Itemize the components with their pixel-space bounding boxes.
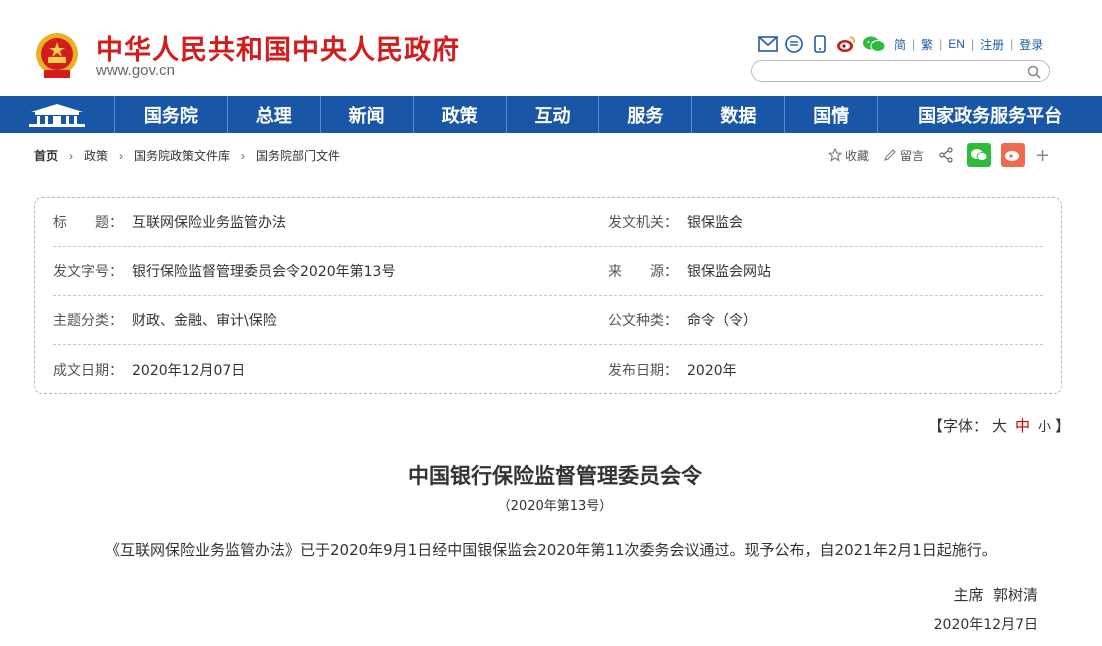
more-share-icon[interactable]: + [1035,145,1050,166]
written-date-label: 成文日期： [53,362,123,379]
register-link[interactable]: 注册 [980,36,1004,53]
info-row: 标 题： 互联网保险业务监管办法 发文机关： 银保监会 [53,198,1043,247]
nav-home-building-icon[interactable] [0,96,115,133]
pencil-icon [884,149,896,161]
divider: | [1010,37,1014,51]
search-icon[interactable] [1027,64,1041,79]
search-input[interactable] [762,62,1022,82]
publish-date-label: 发布日期： [608,362,678,379]
page-actions: 收藏 留言 + [828,143,1064,167]
font-size-large-button[interactable]: 大 [992,415,1007,436]
divider: | [970,37,975,51]
weibo-icon[interactable] [836,34,856,54]
chevron-right-icon: › [241,148,246,163]
document-info-table: 标 题： 互联网保险业务监管办法 发文机关： 银保监会 发文字号： 银行保险监督管理委… [34,197,1062,394]
share-icon[interactable] [938,147,957,163]
publish-date-value: 2020年 [687,362,737,379]
nav-item-premier[interactable]: 总理 [228,96,321,133]
font-size-medium-button[interactable]: 中 [1015,415,1030,436]
favorite-label: 收藏 [845,148,870,163]
doc-number-label: 发文字号： [53,264,123,280]
document-title: 中国银行保险监督管理委员会令 [408,463,702,488]
lang-simplified-link[interactable]: 简 [894,36,906,53]
site-domain: www.gov.cn [96,62,175,79]
favorite-button[interactable]: 收藏 [828,147,869,164]
category-value: 财政、金融、审计\保险 [132,313,277,329]
issuer-value: 银保监会 [687,215,743,231]
search-box [751,60,1050,82]
divider: | [912,37,916,51]
source-label: 来 源： [608,264,678,280]
title-value: 互联网保险业务监管办法 [132,215,286,231]
font-size-suffix: 】 [1055,417,1071,435]
share-wechat-icon[interactable] [967,143,992,167]
document-signature: 主席 郭树清 [953,586,1038,604]
mail-icon[interactable] [758,34,778,54]
chevron-right-icon: › [69,148,74,163]
doc-number-value: 银行保险监督管理委员会令2020年第13号 [132,264,396,280]
font-size-small-button[interactable]: 小 [1038,416,1051,435]
font-size-prefix: 【字体： [928,417,989,435]
main-nav: 国务院 总理 新闻 政策 互动 服务 数据 国情 国家政务服务平台 [0,96,1102,133]
chevron-right-icon: › [119,148,124,163]
nav-item-national-info[interactable]: 国情 [785,96,879,133]
message-icon[interactable] [784,34,804,54]
doc-type-value: 命令（令） [687,313,757,329]
doc-type-label: 公文种类： [608,313,678,329]
info-row: 成文日期： 2020年12月07日 发布日期： 2020年 [53,345,1043,394]
info-row: 主题分类： 财政、金融、审计\保险 公文种类： 命令（令） [53,296,1043,345]
breadcrumb-policy-library[interactable]: 国务院政策文件库 [134,147,230,164]
divider: | [939,37,943,51]
lang-traditional-link[interactable]: 繁 [921,36,933,53]
breadcrumb-policy[interactable]: 政策 [84,147,108,164]
source-value: 银保监会网站 [687,264,771,280]
written-date-value: 2020年12月07日 [132,362,246,379]
nav-item-gov-service-platform[interactable]: 国家政务服务平台 [878,96,1102,133]
info-row: 发文字号： 银行保险监督管理委员会令2020年第13号 来 源： 银保监会网站 [53,247,1043,296]
category-label: 主题分类： [53,313,123,329]
wechat-icon[interactable] [862,34,886,54]
nav-item-news[interactable]: 新闻 [321,96,414,133]
language-links: 简 | 繁 | EN | 注册 | 登录 [894,36,1043,53]
nav-item-policy[interactable]: 政策 [414,96,507,133]
login-link[interactable]: 登录 [1019,36,1043,53]
comment-button[interactable]: 留言 [883,147,924,164]
document-subtitle: （2020年第13号） [497,499,613,514]
nav-item-state-council[interactable]: 国务院 [115,96,228,133]
site-header: 中华人民共和国中央人民政府 www.gov.cn 简 | 繁 | EN | 注册… [0,0,1102,96]
top-tools: 简 | 繁 | EN | 注册 | 登录 [758,34,1043,54]
share-weibo-icon[interactable] [1001,143,1026,167]
nav-item-data[interactable]: 数据 [692,96,786,133]
breadcrumb: 首页 › 政策 › 国务院政策文件库 › 国务院部门文件 [34,147,340,164]
national-emblem-icon[interactable] [34,30,80,80]
breadcrumb-department-docs[interactable]: 国务院部门文件 [256,147,340,164]
breadcrumb-home[interactable]: 首页 [34,147,58,164]
title-label: 标 题： [53,215,123,231]
nav-item-interaction[interactable]: 互动 [507,96,600,133]
lang-english-link[interactable]: EN [948,37,965,51]
document-date: 2020年12月7日 [933,617,1038,633]
mobile-icon[interactable] [810,34,830,54]
font-size-control: 【字体： 大 中 小 】 [928,415,1070,436]
nav-item-services[interactable]: 服务 [599,96,693,133]
comment-label: 留言 [900,148,925,163]
issuer-label: 发文机关： [608,215,678,231]
document-body: 《互联网保险业务监管办法》已于2020年9月1日经中国银保监会2020年第11次… [105,541,997,559]
star-icon [828,148,842,162]
